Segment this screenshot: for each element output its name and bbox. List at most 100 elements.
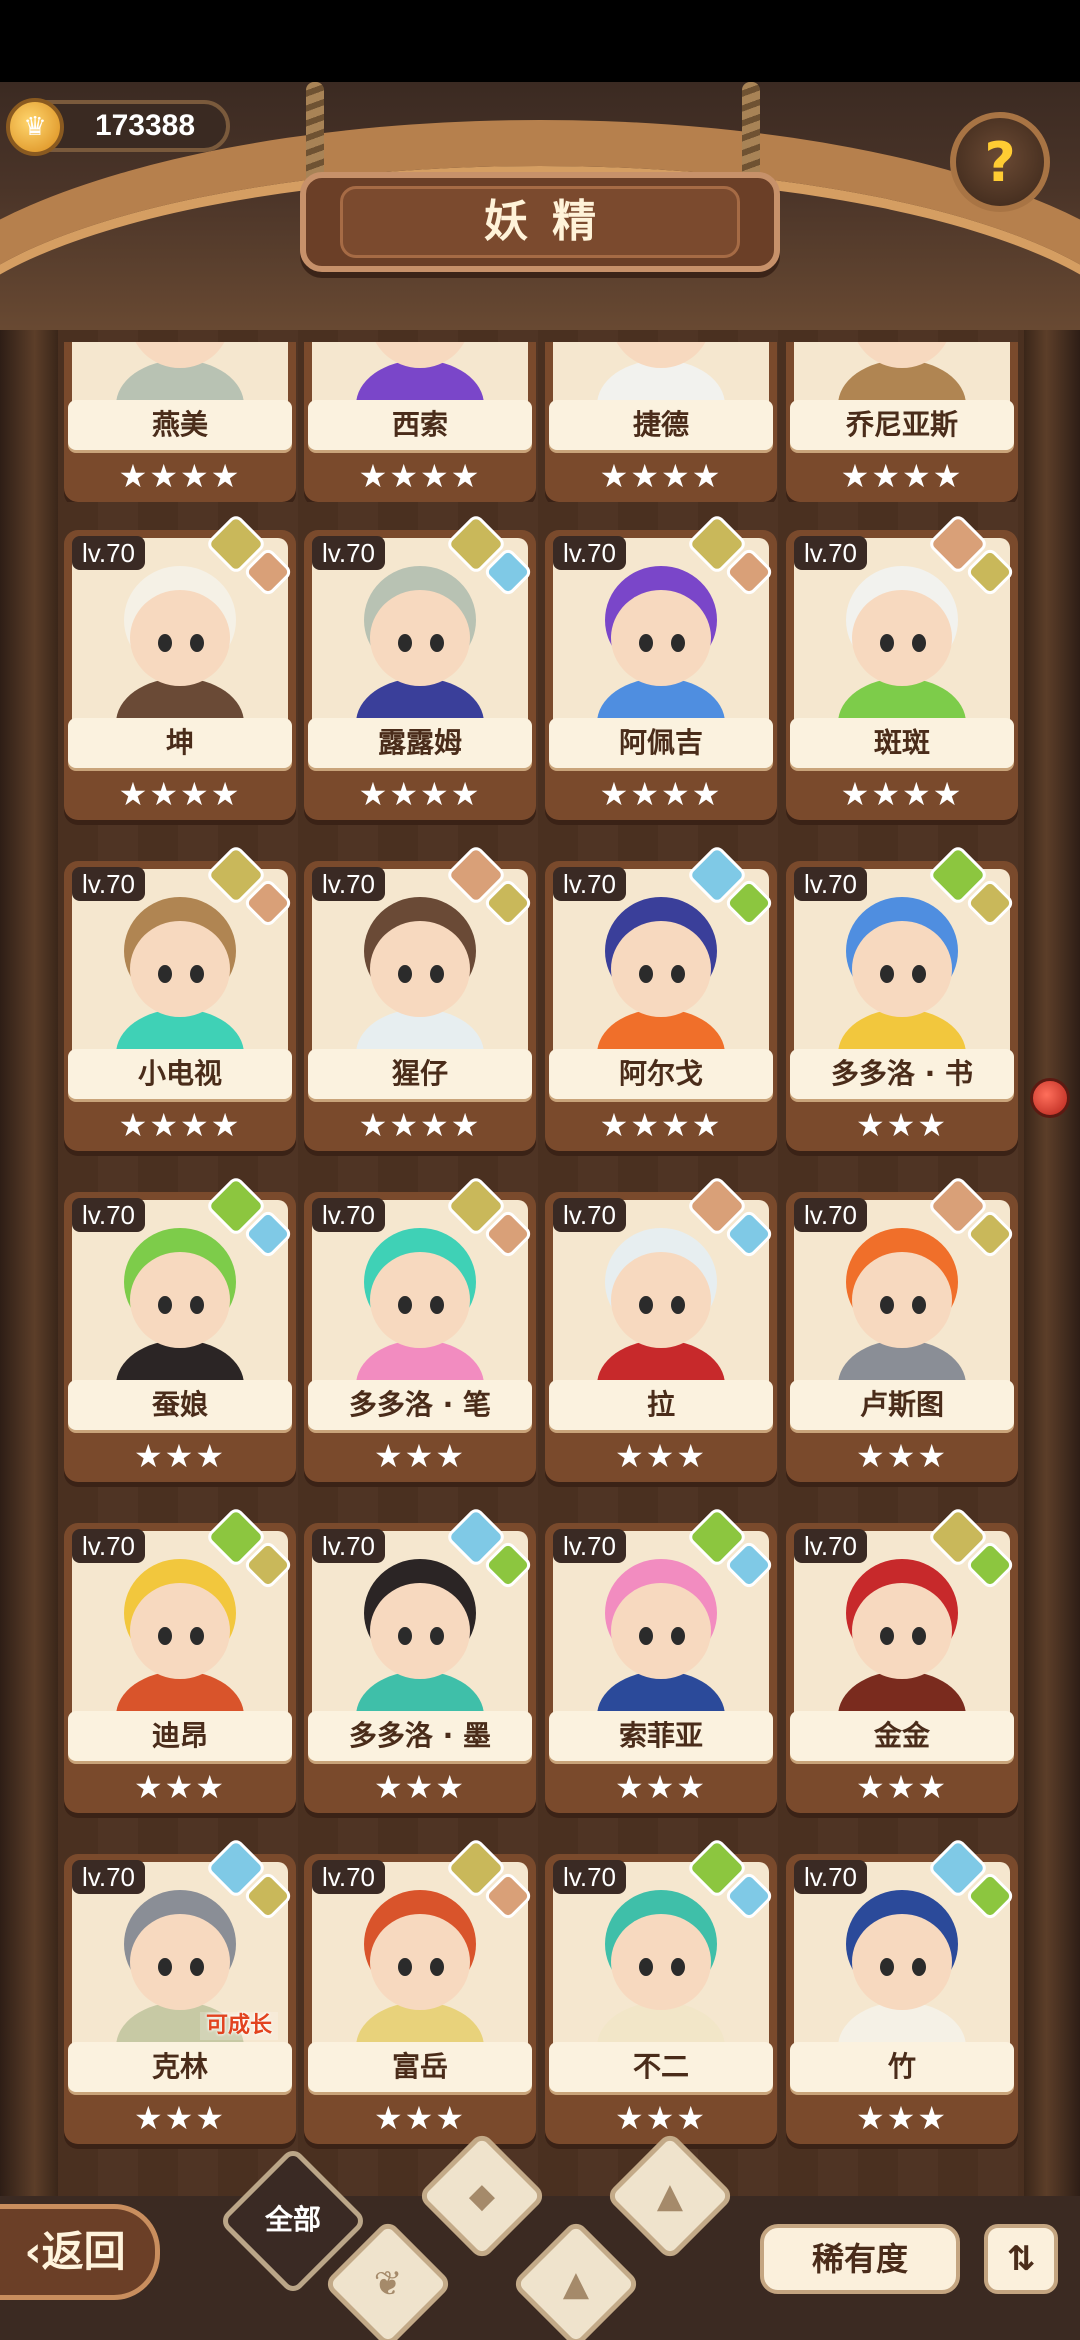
fairy-name: 露露姆 bbox=[308, 718, 532, 768]
fairy-card[interactable]: lv.70 斑斑 ★★★★ bbox=[786, 512, 1018, 820]
fairy-eye bbox=[430, 316, 444, 334]
level-badge: lv.70 bbox=[553, 867, 626, 901]
fairy-eye bbox=[639, 1958, 653, 1976]
level-badge: lv.70 bbox=[72, 1529, 145, 1563]
fairy-card[interactable]: 乔尼亚斯 ★★★★ bbox=[786, 342, 1018, 502]
fairy-eye bbox=[671, 316, 685, 334]
fairy-head bbox=[130, 1914, 230, 2010]
scroll-ladybug-icon[interactable] bbox=[1030, 1078, 1070, 1118]
fairy-card[interactable]: 西索 ★★★★ bbox=[304, 316, 536, 502]
level-badge: lv.70 bbox=[312, 1198, 385, 1232]
star-rating: ★★★ bbox=[614, 1768, 708, 1806]
fairy-eye bbox=[190, 1296, 204, 1314]
fairy-head bbox=[370, 1914, 470, 2010]
star-rating: ★★★ bbox=[614, 1437, 708, 1475]
fairy-eye bbox=[398, 316, 412, 334]
fairy-card[interactable]: lv.70 拉 ★★★ bbox=[545, 1174, 777, 1482]
fairy-eye bbox=[398, 1958, 412, 1976]
fairy-card[interactable]: lv.70 索菲亚 ★★★ bbox=[545, 1505, 777, 1813]
fairy-card[interactable]: lv.70 阿尔戈 ★★★★ bbox=[545, 843, 777, 1151]
fairy-name: 不二 bbox=[549, 2042, 773, 2092]
fairy-card[interactable]: lv.70 多多洛 · 笔 ★★★ bbox=[304, 1174, 536, 1482]
fairy-name: 西索 bbox=[308, 400, 532, 450]
star-rating: ★★★ bbox=[373, 1768, 467, 1806]
rarity-sort-button[interactable]: 稀有度 bbox=[760, 2224, 960, 2294]
star-rating: ★★★ bbox=[855, 1437, 949, 1475]
game-screen: ♛ 173388 妖精 ? 燕美 ★★★★ 西索 ★★★★ 捷德 ★★★★ 乔尼亚斯 ★★★★… bbox=[0, 0, 1080, 2340]
fairy-card[interactable]: lv.70 竹 ★★★ bbox=[786, 1836, 1018, 2144]
fairy-eye bbox=[671, 1958, 685, 1976]
level-badge: lv.70 bbox=[794, 1860, 867, 1894]
fairy-name: 阿尔戈 bbox=[549, 1049, 773, 1099]
sort-icon: ⇅ bbox=[1006, 2239, 1036, 2279]
sort-order-button[interactable]: ⇅ bbox=[984, 2224, 1058, 2294]
star-rating: ★★★ bbox=[373, 1437, 467, 1475]
fairy-grid[interactable]: 燕美 ★★★★ 西索 ★★★★ 捷德 ★★★★ 乔尼亚斯 ★★★★ lv.70 坤 ★★★★ lv.7… bbox=[64, 0, 1024, 2340]
fairy-head bbox=[611, 1252, 711, 1348]
fairy-card[interactable]: lv.70 卢斯图 ★★★ bbox=[786, 1174, 1018, 1482]
star-rating: ★★★ bbox=[133, 1437, 227, 1475]
fairy-eye bbox=[639, 634, 653, 652]
star-rating: ★★★★ bbox=[599, 775, 723, 813]
fairy-card[interactable]: lv.70 阿佩吉 ★★★★ bbox=[545, 512, 777, 820]
fairy-eye bbox=[912, 965, 926, 983]
level-badge: lv.70 bbox=[72, 867, 145, 901]
fairy-eye bbox=[430, 1296, 444, 1314]
fairy-eye bbox=[158, 1958, 172, 1976]
fairy-head bbox=[611, 1914, 711, 2010]
fairy-card[interactable]: lv.70 猩仔 ★★★★ bbox=[304, 843, 536, 1151]
level-badge: lv.70 bbox=[553, 1860, 626, 1894]
fairy-eye bbox=[430, 634, 444, 652]
star-rating: ★★★ bbox=[614, 2099, 708, 2137]
fairy-head bbox=[370, 921, 470, 1017]
level-badge: lv.70 bbox=[72, 536, 145, 570]
fairy-name: 燕美 bbox=[68, 400, 292, 450]
fairy-name: 乔尼亚斯 bbox=[790, 400, 1014, 450]
fairy-card[interactable]: lv.70 不二 ★★★ bbox=[545, 1836, 777, 2144]
fairy-name: 斑斑 bbox=[790, 718, 1014, 768]
fairy-card[interactable]: lv.70 金金 ★★★ bbox=[786, 1505, 1018, 1813]
back-button[interactable]: ‹返回 bbox=[0, 2204, 160, 2300]
star-rating: ★★★★ bbox=[840, 457, 964, 495]
peak-icon: ▲ bbox=[656, 2176, 684, 2216]
fairy-card[interactable]: 捷德 ★★★★ bbox=[545, 316, 777, 502]
fairy-card[interactable]: lv.70 富岳 ★★★ bbox=[304, 1836, 536, 2144]
star-rating: ★★★ bbox=[855, 1768, 949, 1806]
star-rating: ★★★★ bbox=[358, 1106, 482, 1144]
fairy-eye bbox=[158, 634, 172, 652]
fairy-card[interactable]: lv.70 小电视 ★★★★ bbox=[64, 843, 296, 1151]
fairy-head bbox=[852, 921, 952, 1017]
star-rating: ★★★★ bbox=[840, 775, 964, 813]
star-rating: ★★★ bbox=[373, 2099, 467, 2137]
level-badge: lv.70 bbox=[794, 1198, 867, 1232]
back-label: 返回 bbox=[41, 2227, 126, 2276]
fairy-card[interactable]: lv.70 坤 ★★★★ bbox=[64, 512, 296, 820]
fairy-card[interactable]: lv.70 露露姆 ★★★★ bbox=[304, 512, 536, 820]
level-badge: lv.70 bbox=[794, 867, 867, 901]
fairy-eye bbox=[912, 1958, 926, 1976]
fairy-eye bbox=[398, 1296, 412, 1314]
fairy-eye bbox=[158, 316, 172, 334]
star-rating: ★★★★ bbox=[599, 1106, 723, 1144]
fairy-eye bbox=[158, 965, 172, 983]
fairy-eye bbox=[190, 965, 204, 983]
mountain-icon: ▲ bbox=[562, 2264, 590, 2304]
level-badge: lv.70 bbox=[312, 1860, 385, 1894]
fairy-card[interactable]: lv.70 多多洛 · 书 ★★★ bbox=[786, 843, 1018, 1151]
fairy-eye bbox=[880, 1296, 894, 1314]
fairy-name: 克林 bbox=[68, 2042, 292, 2092]
fairy-eye bbox=[671, 634, 685, 652]
fairy-name: 迪昂 bbox=[68, 1711, 292, 1761]
fairy-eye bbox=[158, 1627, 172, 1645]
fairy-name: 蚕娘 bbox=[68, 1380, 292, 1430]
fairy-card[interactable]: lv.70 蚕娘 ★★★ bbox=[64, 1174, 296, 1482]
fairy-head bbox=[611, 590, 711, 686]
fairy-head bbox=[611, 342, 711, 368]
fairy-eye bbox=[158, 1296, 172, 1314]
fairy-eye bbox=[398, 965, 412, 983]
fairy-card[interactable]: 可成长 lv.70 克林 ★★★ bbox=[64, 1836, 296, 2144]
fairy-eye bbox=[639, 965, 653, 983]
fairy-card[interactable]: lv.70 迪昂 ★★★ bbox=[64, 1505, 296, 1813]
fairy-card[interactable]: 燕美 ★★★★ bbox=[64, 316, 296, 502]
fairy-card[interactable]: lv.70 多多洛 · 墨 ★★★ bbox=[304, 1505, 536, 1813]
